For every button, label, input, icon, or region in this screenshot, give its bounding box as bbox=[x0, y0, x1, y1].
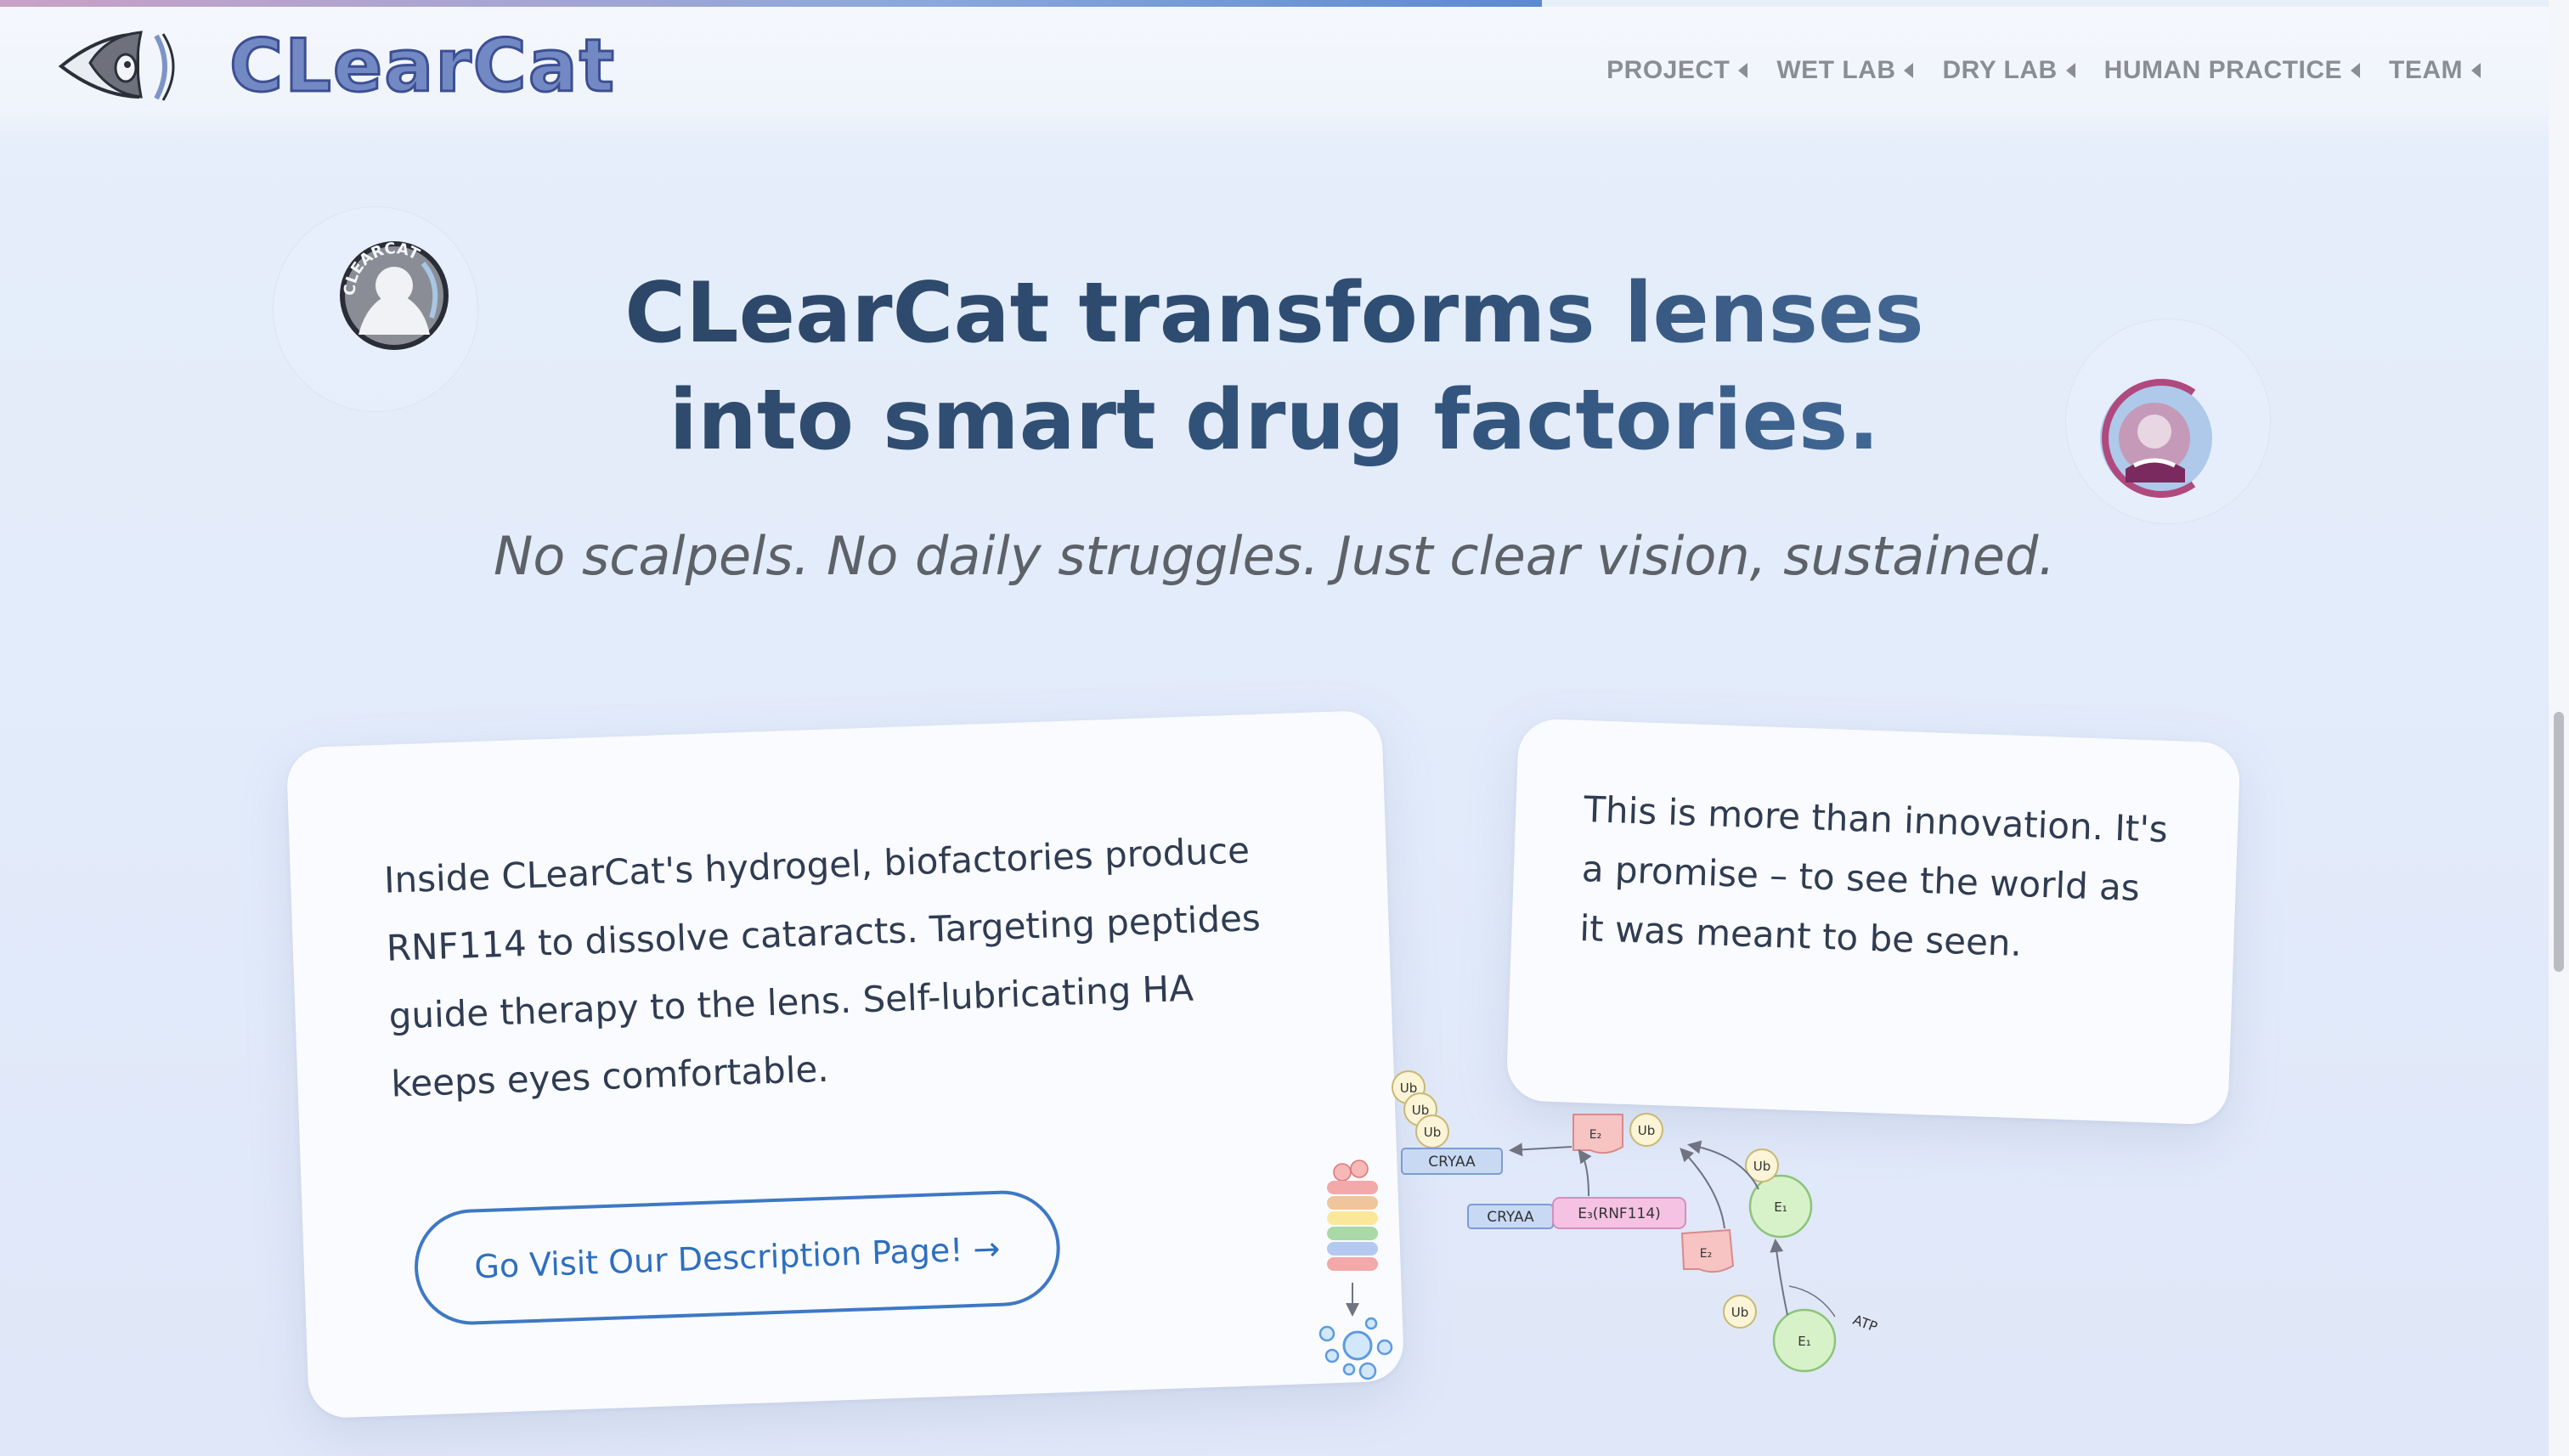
hero-headline-line1: CLearCat transforms lenses bbox=[0, 260, 2549, 367]
cryaa-lower-label: CRYAA bbox=[1487, 1209, 1534, 1226]
svg-text:Ub: Ub bbox=[1753, 1159, 1771, 1174]
svg-text:Ub: Ub bbox=[1638, 1123, 1656, 1138]
svg-text:Ub: Ub bbox=[1424, 1125, 1442, 1140]
e3-label: E₃(RNF114) bbox=[1578, 1205, 1661, 1222]
cryaa-upper-label: CRYAA bbox=[1428, 1154, 1476, 1171]
svg-text:Ub: Ub bbox=[1731, 1305, 1749, 1320]
nav-item-wet-lab[interactable]: WET LAB bbox=[1776, 56, 1914, 85]
hero-headline-line2: into smart drug factories. bbox=[0, 367, 2549, 474]
atp-label: ATP bbox=[1851, 1312, 1880, 1335]
svg-text:E₁: E₁ bbox=[1798, 1334, 1811, 1349]
nav-item-human-practice[interactable]: HUMAN PRACTICE bbox=[2104, 56, 2360, 85]
caret-left-icon bbox=[2065, 63, 2075, 78]
description-page-button[interactable]: Go Visit Our Description Page! → bbox=[412, 1188, 1063, 1327]
ub-chain: Ub Ub Ub bbox=[1392, 1070, 1449, 1148]
caret-left-icon bbox=[2351, 63, 2360, 78]
proteasome-icon bbox=[1318, 1160, 1393, 1380]
nav-label: DRY LAB bbox=[1942, 56, 2058, 84]
nav-label: TEAM bbox=[2389, 56, 2463, 84]
caret-left-icon bbox=[2471, 63, 2481, 78]
description-text: Inside CLearCat's hydrogel, biofactories… bbox=[383, 829, 1262, 1105]
site-header: CLearCat PROJECT WET LAB DRY LAB HUMAN P… bbox=[0, 7, 2549, 143]
nav-item-team[interactable]: TEAM bbox=[2389, 56, 2481, 85]
clearcat-logo-icon[interactable] bbox=[56, 19, 209, 109]
scrollbar-thumb[interactable] bbox=[2554, 712, 2564, 972]
caret-left-icon bbox=[1738, 63, 1748, 78]
nav-item-dry-lab[interactable]: DRY LAB bbox=[1942, 56, 2075, 85]
main-nav: PROJECT WET LAB DRY LAB HUMAN PRACTICE T… bbox=[1606, 56, 2481, 85]
nav-label: WET LAB bbox=[1776, 56, 1896, 84]
hero-tagline: No scalpels. No daily struggles. Just cl… bbox=[493, 525, 2056, 587]
nav-label: HUMAN PRACTICE bbox=[2103, 56, 2342, 84]
ubiquitination-diagram: Ub Ub Ub CRYAA E₂ Ub CRYAA E₃(RNF114) E₂ bbox=[1318, 1070, 1880, 1380]
description-card: Inside CLearCat's hydrogel, biofactories… bbox=[285, 709, 1405, 1419]
caret-left-icon bbox=[1904, 63, 1914, 78]
page-scrollbar[interactable] bbox=[2549, 0, 2569, 1456]
svg-text:E₂: E₂ bbox=[1589, 1128, 1601, 1142]
promise-text: This is more than innovation. It's a pro… bbox=[1578, 788, 2169, 965]
nav-item-project[interactable]: PROJECT bbox=[1606, 56, 1748, 85]
svg-text:E₁: E₁ bbox=[1774, 1199, 1787, 1215]
svg-text:E₂: E₂ bbox=[1700, 1247, 1712, 1261]
top-progress-bar bbox=[0, 0, 1542, 7]
nav-label: PROJECT bbox=[1606, 56, 1731, 84]
brand-name[interactable]: CLearCat bbox=[229, 23, 616, 110]
hero-headline: CLearCat transforms lenses into smart dr… bbox=[0, 260, 2549, 474]
